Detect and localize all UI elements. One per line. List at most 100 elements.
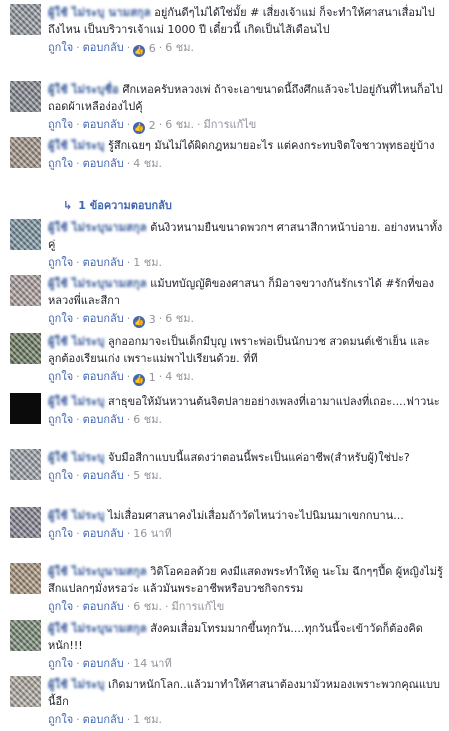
comment-actions: ถูกใจ · ตอบกลับ · 5 ชม.	[48, 469, 162, 482]
comment-content: ลูกออกมาจะเป็นเด็กมีบุญ เพราะพ่อเป็นนักบ…	[48, 335, 430, 365]
like-button[interactable]: ถูกใจ	[48, 157, 73, 170]
comment-author[interactable]: ผู้ใช้ ไม่ระบุ นามสกุล	[48, 6, 151, 19]
comment-time[interactable]: 4 ชม.	[133, 157, 162, 170]
comment-actions: ถูกใจ · ตอบกลับ · 👍 3 · 6 ชม.	[48, 311, 194, 328]
like-button[interactable]: ถูกใจ	[48, 370, 73, 383]
like-icon: 👍	[133, 121, 146, 134]
comment-body: ผู้ใช้ ไม่ระบุนามสกุล ต้นงิวหนามยืนขนาดพ…	[48, 219, 443, 271]
avatar[interactable]	[10, 275, 41, 306]
edited-label[interactable]: มีการแก้ไข	[203, 118, 256, 131]
comment-actions: ถูกใจ · ตอบกลับ · 👍 2 · 6 ชม. · มีการแก้ไข	[48, 117, 257, 134]
reply-button[interactable]: ตอบกลับ	[83, 41, 124, 54]
reply-button[interactable]: ตอบกลับ	[83, 413, 124, 426]
comment-text: ผู้ใช้ ไม่ระบุนามสกุล แม้บทบัญญัติของศาส…	[48, 275, 443, 309]
like-button[interactable]: ถูกใจ	[48, 469, 73, 482]
comment-actions: ถูกใจ · ตอบกลับ · 6 ชม. · มีการแก้ไข	[48, 600, 225, 613]
comment-time[interactable]: 6 ชม.	[165, 118, 194, 131]
like-button[interactable]: ถูกใจ	[48, 600, 73, 613]
comment-author[interactable]: ผู้ใช้ ไม่ระบุ	[48, 678, 105, 691]
comment-text: ผู้ใช้ ไม่ระบุ จับมือสีกาแบบนี้แสดงว่าตอ…	[48, 449, 443, 466]
like-button[interactable]: ถูกใจ	[48, 256, 73, 269]
reply-button[interactable]: ตอบกลับ	[83, 527, 124, 540]
comment-content: เกิดมาหนักโลก..แล้วมาทำให้ศาสนาต้องมามัว…	[48, 678, 440, 708]
reaction-count[interactable]: 👍 6	[133, 40, 156, 57]
like-button[interactable]: ถูกใจ	[48, 41, 73, 54]
comment-text: ผู้ใช้ ไม่ระบุนามสกุล สังคมเสื่อมโทรมมาก…	[48, 620, 443, 654]
reply-button[interactable]: ตอบกลับ	[83, 713, 124, 726]
avatar[interactable]	[10, 393, 41, 424]
like-button[interactable]: ถูกใจ	[48, 657, 73, 670]
comment-author[interactable]: ผู้ใช้ ไม่ระบุ	[48, 395, 105, 408]
avatar[interactable]	[10, 676, 41, 707]
comment-author[interactable]: ผู้ใช้ ไม่ระบุนามสกุล	[48, 221, 147, 234]
reply-button[interactable]: ตอบกลับ	[83, 469, 124, 482]
reaction-count[interactable]: 👍 1	[133, 369, 156, 386]
comment-time[interactable]: 14 นาที	[133, 657, 171, 670]
comment-author[interactable]: ผู้ใช้ ไม่ระบุ	[48, 139, 105, 152]
avatar[interactable]	[10, 563, 41, 594]
comment-body: ผู้ใช้ ไม่ระบุ สาธุขอให้มันหวานต้นจิตปลา…	[48, 393, 443, 428]
comment-body: ผู้ใช้ ไม่ระบุ รู้สึกเฉยๆ มันไม่ได้ผิดกฎ…	[48, 137, 443, 172]
like-button[interactable]: ถูกใจ	[48, 312, 73, 325]
comment-actions: ถูกใจ · ตอบกลับ · 16 นาที	[48, 527, 172, 540]
comment-actions: ถูกใจ · ตอบกลับ · 14 นาที	[48, 657, 172, 670]
reply-button[interactable]: ตอบกลับ	[83, 118, 124, 131]
comment-author[interactable]: ผู้ใช้ ไม่ระบุ	[48, 335, 105, 348]
reaction-count[interactable]: 👍 2	[133, 117, 156, 134]
avatar[interactable]	[10, 219, 41, 250]
comment-actions: ถูกใจ · ตอบกลับ · 1 ชม.	[48, 713, 162, 726]
avatar[interactable]	[10, 620, 41, 651]
comment-body: ผู้ใช้ ไม่ระบุนามสกุล สังคมเสื่อมโทรมมาก…	[48, 620, 443, 672]
comment-author[interactable]: ผู้ใช้ ไม่ระบุนามสกุล	[48, 277, 147, 290]
comment-text: ผู้ใช้ ไม่ระบุ เกิดมาหนักโลก..แล้วมาทำให…	[48, 676, 443, 710]
avatar[interactable]	[10, 333, 41, 364]
like-button[interactable]: ถูกใจ	[48, 713, 73, 726]
comment-time[interactable]: 6 ชม.	[165, 312, 194, 325]
reply-button[interactable]: ตอบกลับ	[83, 312, 124, 325]
comment-text: ผู้ใช้ ไม่ระบุนามสกุล วิดิโอคอลด้วย คงมี…	[48, 563, 443, 597]
reply-button[interactable]: ตอบกลับ	[83, 157, 124, 170]
comment-body: ผู้ใช้ ไม่ระบุ ไม่เสื่อมศาสนาคงไม่เสื่อม…	[48, 507, 443, 542]
comment-author[interactable]: ผู้ใช้ ไม่ระบุนามสกุล	[48, 622, 147, 635]
avatar[interactable]	[10, 137, 41, 168]
comment-time[interactable]: 16 นาที	[133, 527, 171, 540]
comment-body: ผู้ใช้ ไม่ระบุนามสกุล แม้บทบัญญัติของศาส…	[48, 275, 443, 328]
like-button[interactable]: ถูกใจ	[48, 118, 73, 131]
comment-text: ผู้ใช้ ไม่ระบุชื่อ ศึกเหอครับหลวงเพ่ ถ้า…	[48, 81, 443, 115]
comment-time[interactable]: 6 ชม.	[133, 600, 162, 613]
comment-author[interactable]: ผู้ใช้ ไม่ระบุนามสกุล	[48, 565, 147, 578]
like-icon: 👍	[133, 373, 146, 386]
comment-content: รู้สึกเฉยๆ มันไม่ได้ผิดกฎหมายอะไร แต่คงก…	[108, 139, 435, 152]
like-button[interactable]: ถูกใจ	[48, 527, 73, 540]
comment-time[interactable]: 6 ชม.	[165, 41, 194, 54]
reply-button[interactable]: ตอบกลับ	[83, 657, 124, 670]
reply-button[interactable]: ตอบกลับ	[83, 256, 124, 269]
comment-text: ผู้ใช้ ไม่ระบุ ลูกออกมาจะเป็นเด็กมีบุญ เ…	[48, 333, 443, 367]
comment-time[interactable]: 4 ชม.	[165, 370, 194, 383]
comment-time[interactable]: 1 ชม.	[133, 256, 162, 269]
reply-button[interactable]: ตอบกลับ	[83, 370, 124, 383]
comment-time[interactable]: 5 ชม.	[133, 469, 162, 482]
comment-time[interactable]: 1 ชม.	[133, 713, 162, 726]
comment-actions: ถูกใจ · ตอบกลับ · 👍 1 · 4 ชม.	[48, 369, 194, 386]
edited-label[interactable]: มีการแก้ไข	[171, 600, 224, 613]
comment-author[interactable]: ผู้ใช้ ไม่ระบุ	[48, 451, 105, 464]
comment-actions: ถูกใจ · ตอบกลับ · 4 ชม.	[48, 157, 162, 170]
comment-text: ผู้ใช้ ไม่ระบุ นามสกุล อยู่กันดีๆไม่ได้ใ…	[48, 4, 443, 38]
reply-button[interactable]: ตอบกลับ	[83, 600, 124, 613]
reaction-count[interactable]: 👍 3	[133, 311, 156, 328]
view-replies-link[interactable]: ↳ 1 ข้อความตอบกลับ	[63, 196, 172, 214]
comment-body: ผู้ใช้ ไม่ระบุ ลูกออกมาจะเป็นเด็กมีบุญ เ…	[48, 333, 443, 386]
comment-author[interactable]: ผู้ใช้ ไม่ระบุชื่อ	[48, 83, 119, 96]
reply-arrow-icon: ↳	[63, 199, 73, 212]
avatar[interactable]	[10, 4, 41, 35]
avatar[interactable]	[10, 81, 41, 112]
comment-author[interactable]: ผู้ใช้ ไม่ระบุ	[48, 509, 105, 522]
avatar[interactable]	[10, 507, 41, 538]
comment-text: ผู้ใช้ ไม่ระบุ สาธุขอให้มันหวานต้นจิตปลา…	[48, 393, 443, 410]
like-icon: 👍	[133, 44, 146, 57]
avatar[interactable]	[10, 449, 41, 480]
comment-content: ไม่เสื่อมศาสนาคงไม่เสื่อมถ้าวัดไหนว่าจะไ…	[108, 509, 404, 522]
comment-time[interactable]: 6 ชม.	[133, 413, 162, 426]
like-button[interactable]: ถูกใจ	[48, 413, 73, 426]
